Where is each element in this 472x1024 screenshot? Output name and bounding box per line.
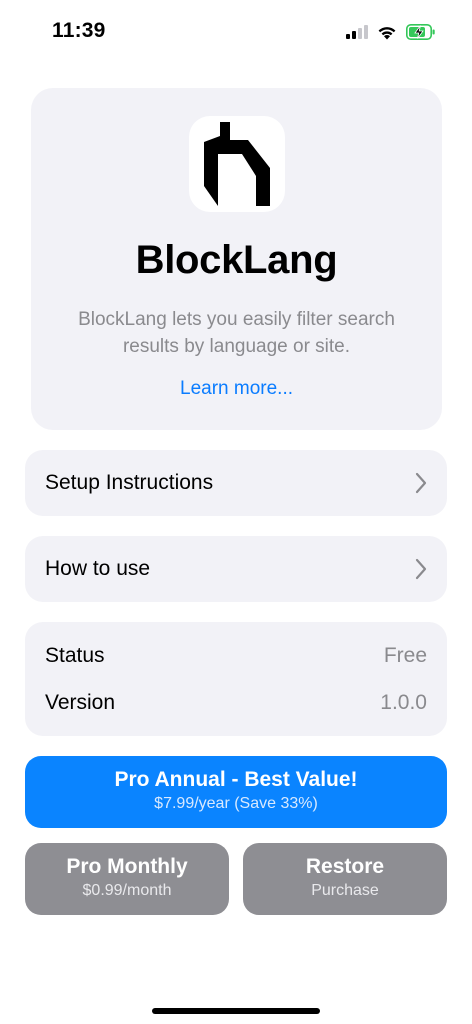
pro-monthly-button[interactable]: Pro Monthly $0.99/month xyxy=(25,843,229,915)
wifi-icon xyxy=(378,26,396,39)
setup-instructions-row[interactable]: Setup Instructions xyxy=(25,450,447,516)
version-value: 1.0.0 xyxy=(380,691,427,714)
how-to-use-label: How to use xyxy=(45,557,151,580)
restore-title: Restore xyxy=(305,855,385,878)
restore-purchase-button[interactable]: Restore Purchase xyxy=(243,843,447,915)
app-title: BlockLang xyxy=(135,238,338,282)
app-info-card: BlockLang BlockLang lets you easily filt… xyxy=(31,88,442,430)
status-bar: 11:39 xyxy=(0,0,472,64)
status-icons xyxy=(346,22,436,42)
pro-annual-price: $7.99/year (Save 33%) xyxy=(154,795,318,812)
home-indicator[interactable] xyxy=(152,1008,320,1014)
app-description: BlockLang lets you easily filter search … xyxy=(78,309,395,357)
battery-charging-icon xyxy=(406,24,435,40)
chevron-right-icon xyxy=(415,558,427,580)
version-row: Version 1.0.0 xyxy=(45,688,427,718)
learn-more-link[interactable]: Learn more... xyxy=(31,378,442,400)
pro-annual-title: Pro Annual - Best Value! xyxy=(114,768,358,791)
setup-instructions-label: Setup Instructions xyxy=(45,471,214,494)
version-label: Version xyxy=(45,691,116,714)
screen: 11:39 BlockLang BlockLang lets you easil… xyxy=(0,0,472,1024)
status-value: Free xyxy=(383,644,427,667)
status-time: 11:39 xyxy=(52,19,106,42)
status-info-card: Status Free Version 1.0.0 xyxy=(25,622,447,736)
status-label: Status xyxy=(45,644,105,667)
signal-icon xyxy=(346,25,368,39)
pro-monthly-title: Pro Monthly xyxy=(66,855,188,878)
app-logo-icon xyxy=(189,116,285,212)
how-to-use-row[interactable]: How to use xyxy=(25,536,447,602)
chevron-right-icon xyxy=(415,472,427,494)
pro-monthly-price: $0.99/month xyxy=(82,882,172,899)
pro-annual-button[interactable]: Pro Annual - Best Value! $7.99/year (Sav… xyxy=(25,756,447,828)
status-row: Status Free xyxy=(45,641,427,671)
restore-subtitle: Purchase xyxy=(311,882,379,899)
